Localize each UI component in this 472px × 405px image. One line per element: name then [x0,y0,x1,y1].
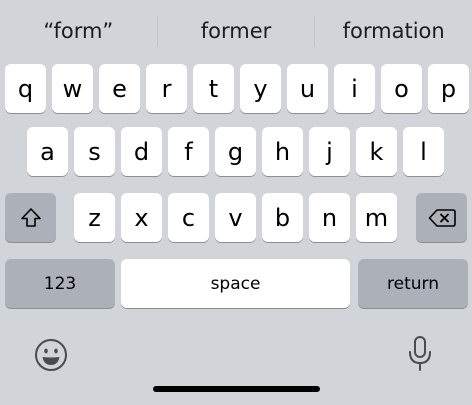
key-y[interactable]: y [240,64,281,113]
key-r[interactable]: r [146,64,187,113]
key-u[interactable]: u [287,64,328,113]
suggestion-formation[interactable]: formation [315,16,472,46]
key-o[interactable]: o [381,64,422,113]
backspace-icon [428,208,456,228]
key-q[interactable]: q [5,64,46,113]
shift-arrow-icon [20,207,42,229]
key-n[interactable]: n [309,193,350,242]
key-a[interactable]: a [27,127,68,176]
key-p[interactable]: p [428,64,469,113]
key-t[interactable]: t [193,64,234,113]
microphone-icon [407,335,433,373]
key-e[interactable]: e [99,64,140,113]
emoji-smiley-icon [34,338,68,372]
key-d[interactable]: d [121,127,162,176]
key-v[interactable]: v [215,193,256,242]
home-indicator [153,386,320,392]
delete-key[interactable] [416,193,467,242]
suggestion-form[interactable]: “form” [0,16,157,46]
key-f[interactable]: f [168,127,209,176]
suggestion-former[interactable]: former [158,16,315,46]
key-x[interactable]: x [121,193,162,242]
key-w[interactable]: w [52,64,93,113]
shift-key[interactable] [5,193,56,242]
return-key[interactable]: return [358,259,468,308]
suggestion-bar: “form” former formation [0,0,472,62]
dictation-button[interactable] [405,334,435,374]
emoji-button[interactable] [33,338,69,372]
space-key[interactable]: space [121,259,350,308]
key-c[interactable]: c [168,193,209,242]
key-i[interactable]: i [334,64,375,113]
numbers-key[interactable]: 123 [5,259,115,308]
key-l[interactable]: l [403,127,444,176]
key-g[interactable]: g [215,127,256,176]
key-h[interactable]: h [262,127,303,176]
key-j[interactable]: j [309,127,350,176]
key-m[interactable]: m [356,193,397,242]
key-k[interactable]: k [356,127,397,176]
key-s[interactable]: s [74,127,115,176]
key-z[interactable]: z [74,193,115,242]
key-b[interactable]: b [262,193,303,242]
